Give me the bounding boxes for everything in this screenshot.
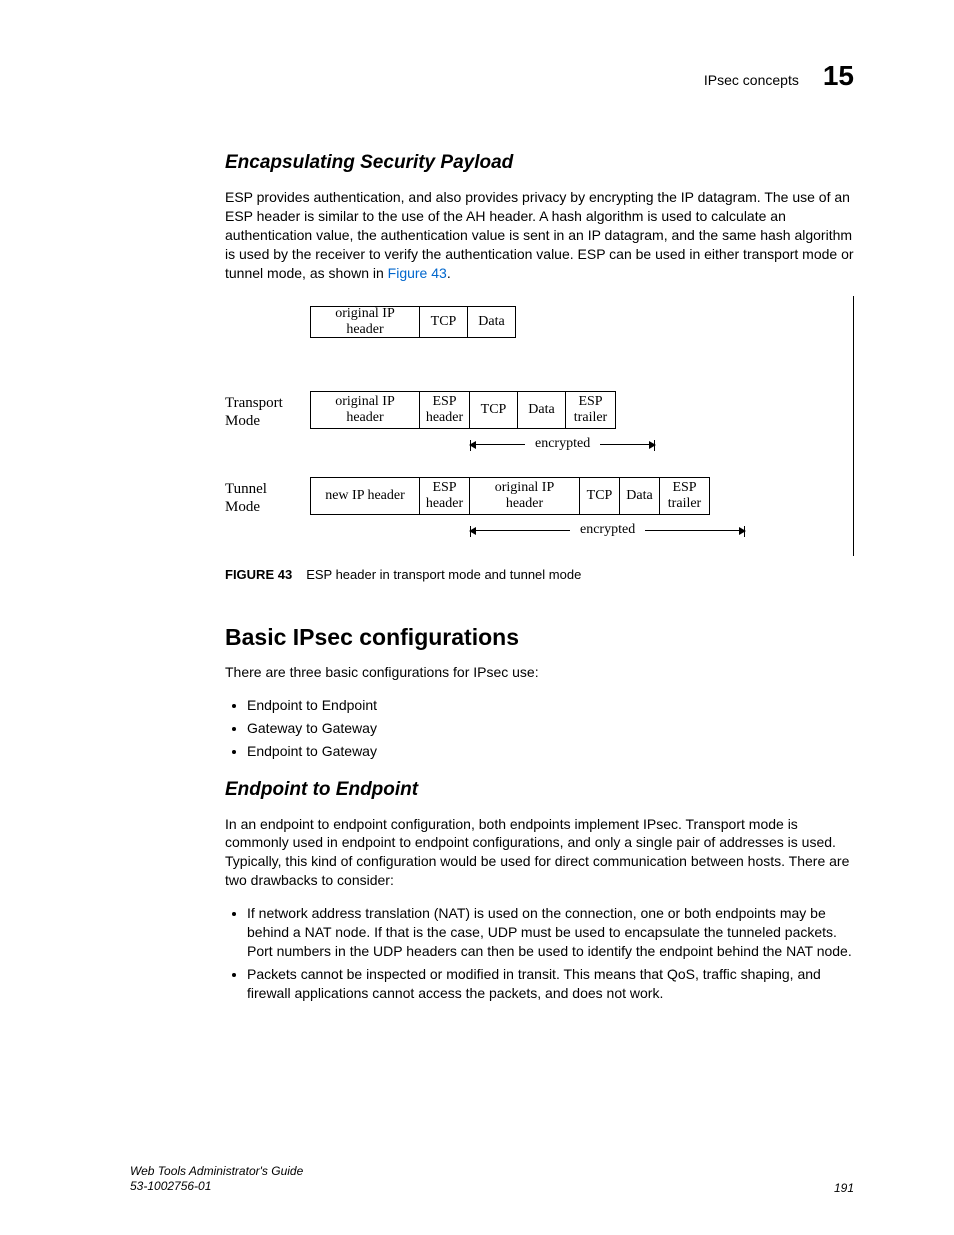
- cell-u-new-ip: new IP header: [310, 477, 420, 515]
- page-footer: Web Tools Administrator's Guide 53-10027…: [130, 1164, 854, 1195]
- paragraph-esp: ESP provides authentication, and also pr…: [225, 188, 854, 282]
- figure-43: original IP header TCP Data Transport Mo…: [225, 296, 854, 556]
- page: IPsec concepts 15 Encapsulating Security…: [0, 0, 954, 1235]
- heading-basic-configs: Basic IPsec configurations: [225, 624, 854, 651]
- cell-t-tcp: TCP: [470, 391, 518, 429]
- label-transport-mode-text: Transport Mode: [225, 395, 283, 429]
- chapter-number: 15: [823, 60, 854, 92]
- cell-u-data: Data: [620, 477, 660, 515]
- footer-doc-number: 53-1002756-01: [130, 1179, 303, 1195]
- cell-u-esp-trailer: ESP trailer: [660, 477, 710, 515]
- figure-43-caption-text: ESP header in transport mode and tunnel …: [306, 567, 581, 582]
- packet-tunnel: new IP header ESP header original IP hea…: [310, 477, 710, 515]
- cell-t-data: Data: [518, 391, 566, 429]
- list-item: Endpoint to Endpoint: [247, 696, 854, 715]
- footer-book-title: Web Tools Administrator's Guide: [130, 1164, 303, 1180]
- list-e2e-drawbacks: If network address translation (NAT) is …: [225, 904, 854, 1002]
- packet-transport: original IP header ESP header TCP Data E…: [310, 391, 616, 429]
- cell-t-esp-trailer: ESP trailer: [566, 391, 616, 429]
- encrypted-label-u: encrypted: [580, 522, 635, 538]
- figure-43-caption-label: FIGURE 43: [225, 567, 292, 582]
- figure-right-border: [853, 296, 854, 556]
- figure-43-link[interactable]: Figure 43: [388, 265, 447, 281]
- page-number: 191: [834, 1181, 854, 1195]
- encrypted-span-transport: encrypted: [470, 436, 660, 452]
- paragraph-e2e: In an endpoint to endpoint configuration…: [225, 815, 854, 891]
- packet-original: original IP header TCP Data: [310, 306, 516, 338]
- footer-left: Web Tools Administrator's Guide 53-10027…: [130, 1164, 303, 1195]
- cell-data: Data: [468, 306, 516, 338]
- encrypted-span-tunnel: encrypted: [470, 522, 760, 538]
- paragraph-esp-text-b: .: [447, 265, 451, 281]
- encrypted-label-t: encrypted: [535, 436, 590, 452]
- heading-endpoint-to-endpoint: Endpoint to Endpoint: [225, 779, 854, 801]
- paragraph-basic-intro: There are three basic configurations for…: [225, 663, 854, 682]
- heading-esp: Encapsulating Security Payload: [225, 152, 854, 174]
- list-item: Packets cannot be inspected or modified …: [247, 965, 854, 1003]
- list-item: Gateway to Gateway: [247, 719, 854, 738]
- label-transport-mode: Transport Mode: [225, 394, 283, 430]
- label-tunnel-mode-text: Tunnel Mode: [225, 481, 267, 515]
- cell-t-esp-header: ESP header: [420, 391, 470, 429]
- content: Encapsulating Security Payload ESP provi…: [130, 152, 854, 1003]
- list-basic-configs: Endpoint to Endpoint Gateway to Gateway …: [225, 696, 854, 761]
- cell-tcp: TCP: [420, 306, 468, 338]
- cell-orig-ip: original IP header: [310, 306, 420, 338]
- list-item: If network address translation (NAT) is …: [247, 904, 854, 961]
- cell-u-esp-header: ESP header: [420, 477, 470, 515]
- header-topic: IPsec concepts: [704, 72, 799, 88]
- figure-43-caption: FIGURE 43 ESP header in transport mode an…: [225, 566, 854, 584]
- cell-u-tcp: TCP: [580, 477, 620, 515]
- list-item: Endpoint to Gateway: [247, 742, 854, 761]
- cell-u-orig-ip: original IP header: [470, 477, 580, 515]
- cell-t-orig-ip: original IP header: [310, 391, 420, 429]
- label-tunnel-mode: Tunnel Mode: [225, 480, 267, 516]
- paragraph-esp-text-a: ESP provides authentication, and also pr…: [225, 189, 854, 281]
- page-header: IPsec concepts 15: [130, 60, 854, 92]
